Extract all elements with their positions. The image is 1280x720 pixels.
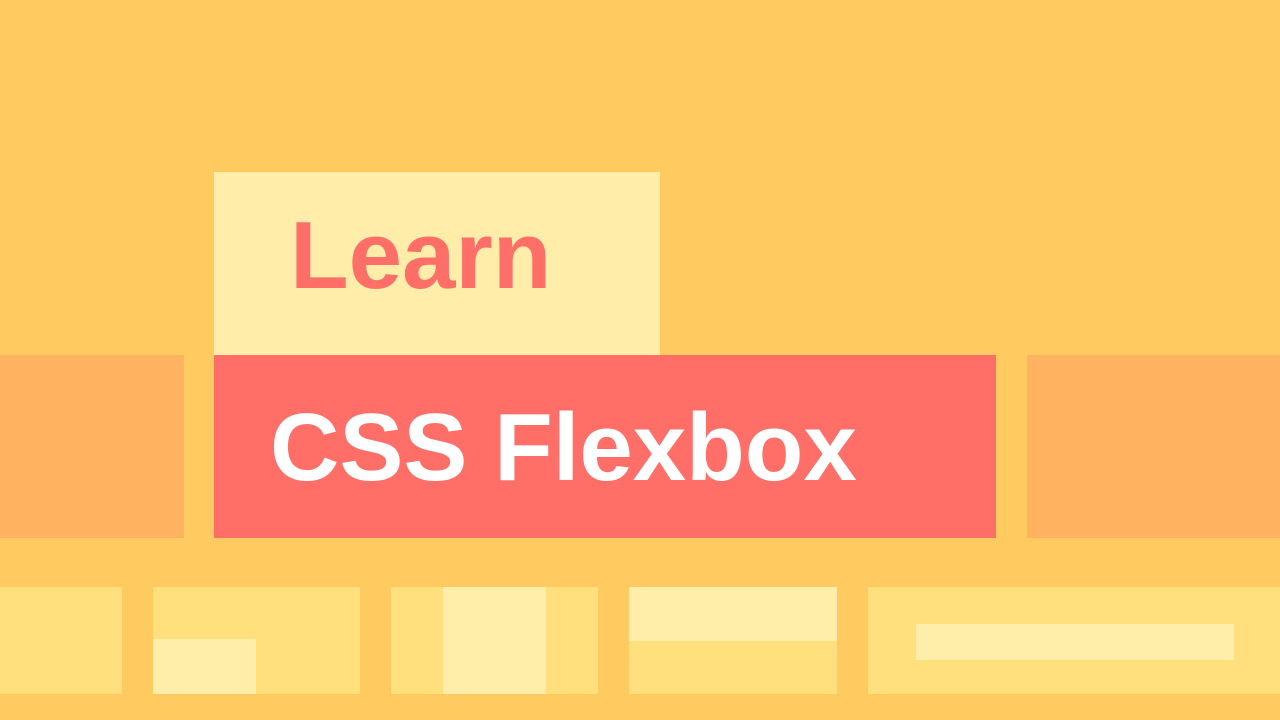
bottom-tile-5 xyxy=(868,587,1280,694)
bottom-tile-4 xyxy=(629,587,837,694)
flexbox-text: CSS Flexbox xyxy=(270,394,857,501)
side-block-right xyxy=(1027,355,1280,538)
side-block-left xyxy=(0,355,184,538)
bottom-tile-3 xyxy=(391,587,598,694)
bottom-tile-1 xyxy=(0,587,122,694)
learn-box: Learn xyxy=(214,172,660,355)
bottom-tile-3-highlight xyxy=(443,587,546,694)
flexbox-box: CSS Flexbox xyxy=(214,355,996,538)
bottom-tile-5-highlight xyxy=(916,624,1234,660)
bottom-tile-2-highlight xyxy=(153,639,256,694)
bottom-tile-2 xyxy=(153,587,360,694)
learn-text: Learn xyxy=(290,202,552,309)
bottom-tile-4-highlight xyxy=(629,587,837,641)
